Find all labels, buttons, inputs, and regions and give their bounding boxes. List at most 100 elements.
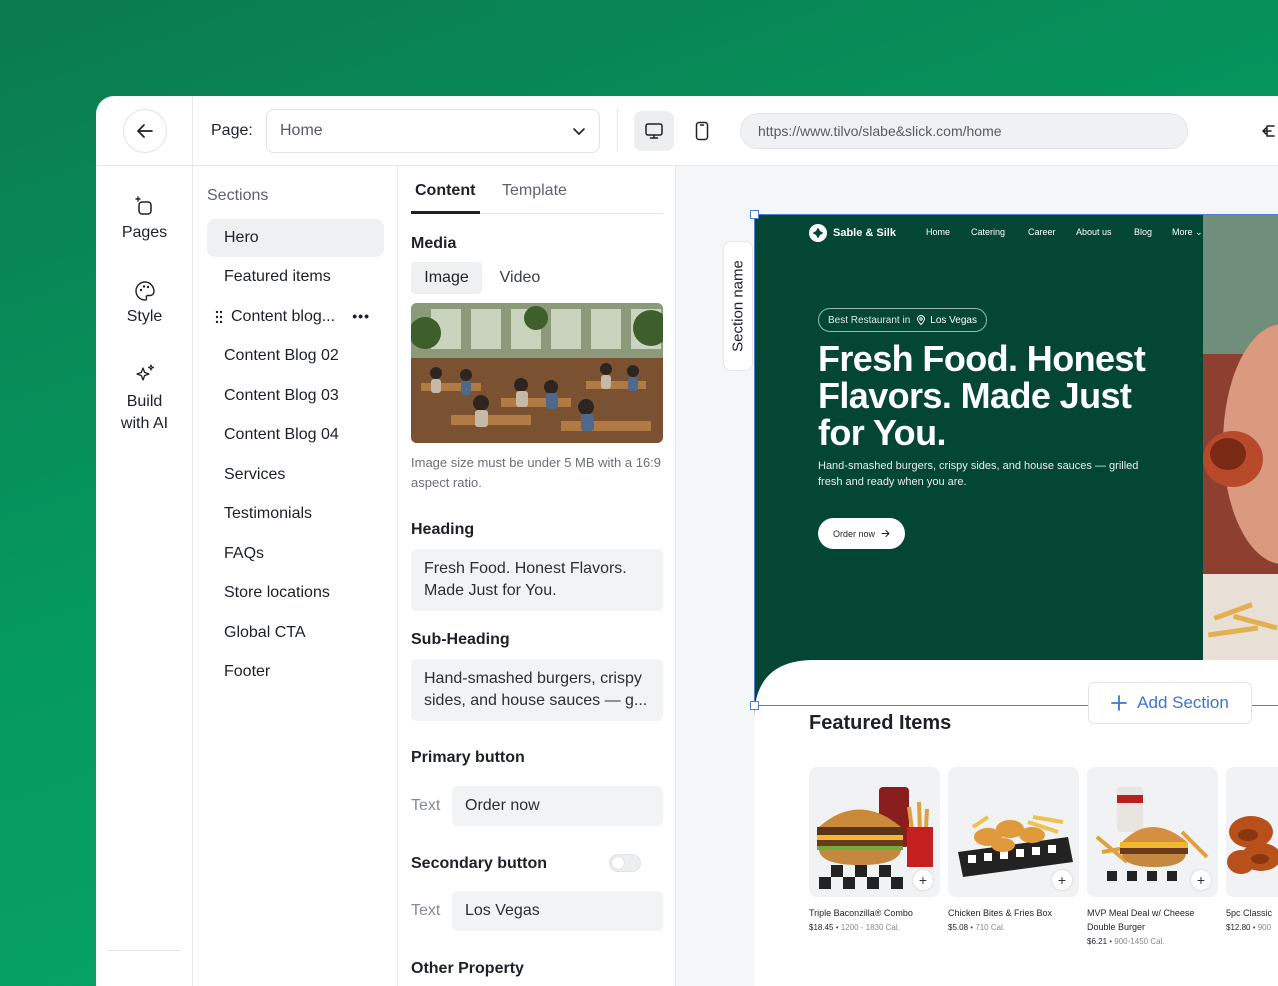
section-item-label: Store locations bbox=[224, 584, 330, 601]
section-item-footer[interactable]: Footer bbox=[207, 653, 384, 691]
panel-tabs: Content Template bbox=[411, 166, 663, 214]
page-select[interactable]: Home bbox=[266, 109, 600, 153]
section-item-hero[interactable]: Hero bbox=[207, 219, 384, 257]
primary-text-row: Text Order now bbox=[411, 786, 663, 826]
product-card[interactable]: 5pc Classic $12.80 • 900 bbox=[1226, 767, 1278, 932]
rail-style[interactable]: Style bbox=[96, 280, 193, 326]
product-calories: 900-1450 Cal. bbox=[1114, 937, 1165, 946]
product-card[interactable]: + Triple Baconzilla® Combo $18.45 • 1200… bbox=[809, 767, 940, 932]
rail-pages[interactable]: Pages bbox=[96, 196, 193, 242]
section-item-faqs[interactable]: FAQs bbox=[207, 535, 384, 573]
rail-build-label-1: Build bbox=[126, 393, 163, 410]
resize-handle[interactable] bbox=[750, 701, 759, 710]
pages-icon bbox=[134, 196, 152, 215]
left-rail: Pages Style Build with AI bbox=[96, 166, 193, 986]
add-to-cart-icon[interactable]: + bbox=[913, 870, 933, 890]
phone-icon bbox=[695, 121, 709, 141]
section-name-tab[interactable]: Section name bbox=[723, 241, 753, 371]
divider bbox=[617, 108, 618, 152]
section-item-label: Featured items bbox=[224, 268, 331, 285]
primary-button-label: Primary button bbox=[411, 749, 525, 766]
add-section-label: Add Section bbox=[1137, 693, 1229, 712]
url-text: https://www.tilvo/slabe&slick.com/home bbox=[758, 123, 1002, 139]
media-thumbnail[interactable] bbox=[411, 303, 663, 443]
editor-window: Page: Home https://www.tilvo/slabe&slick… bbox=[96, 96, 1278, 986]
resize-handle[interactable] bbox=[750, 210, 759, 219]
section-item-blog-02[interactable]: Content Blog 02 bbox=[207, 337, 384, 375]
page-label: Page: bbox=[211, 122, 253, 139]
product-image bbox=[1226, 767, 1278, 897]
product-name: MVP Meal Deal w/ Cheese Double Burger bbox=[1087, 908, 1195, 932]
section-item-featured[interactable]: Featured items bbox=[207, 258, 384, 296]
active-tab-indicator bbox=[411, 211, 480, 214]
product-card[interactable]: + Chicken Bites & Fries Box $5.08 • 710 … bbox=[948, 767, 1079, 932]
back-button[interactable] bbox=[123, 109, 167, 153]
product-image: + bbox=[809, 767, 940, 897]
sections-title: Sections bbox=[207, 187, 269, 204]
heading-input[interactable]: Fresh Food. Honest Flavors. Made Just fo… bbox=[411, 549, 663, 611]
product-image: + bbox=[948, 767, 1079, 897]
section-item-blog-03[interactable]: Content Blog 03 bbox=[207, 377, 384, 415]
section-item-label: Content Blog 03 bbox=[224, 387, 339, 404]
section-item-label: Content Blog 02 bbox=[224, 347, 339, 364]
rail-build-ai[interactable]: Build with AI bbox=[96, 363, 193, 435]
product-name: Chicken Bites & Fries Box bbox=[948, 908, 1053, 918]
section-item-label: Content blog... bbox=[231, 308, 336, 325]
media-hint: Image size must be under 5 MB with a 16:… bbox=[411, 455, 662, 490]
section-item-services[interactable]: Services bbox=[207, 456, 384, 494]
palette-icon bbox=[134, 281, 155, 301]
tab-content[interactable]: Content bbox=[415, 182, 475, 200]
section-item-label: Content Blog 04 bbox=[224, 426, 339, 443]
exit-icon[interactable] bbox=[1262, 122, 1278, 140]
product-image: + bbox=[1087, 767, 1218, 897]
tab-template[interactable]: Template bbox=[502, 182, 567, 200]
preview-canvas: Section name Sable & Silk Home Catering … bbox=[676, 166, 1278, 986]
product-price-value: $12.80 bbox=[1226, 923, 1251, 932]
sections-panel: Sections Hero Featured items Content blo… bbox=[193, 166, 398, 986]
restaurant-photo bbox=[411, 303, 663, 443]
add-to-cart-icon[interactable]: + bbox=[1052, 870, 1072, 890]
product-calories: 1200 - 1830 Cal. bbox=[840, 923, 900, 932]
url-bar[interactable]: https://www.tilvo/slabe&slick.com/home bbox=[740, 113, 1188, 149]
plus-icon bbox=[1111, 695, 1128, 711]
monitor-icon bbox=[645, 123, 663, 139]
add-to-cart-icon[interactable]: + bbox=[1191, 870, 1211, 890]
add-section-button[interactable]: Add Section bbox=[1088, 682, 1252, 724]
product-calories: 900 bbox=[1257, 923, 1272, 932]
section-item-label: Testimonials bbox=[224, 505, 313, 522]
rail-pages-label: Pages bbox=[121, 224, 168, 241]
rail-style-label: Style bbox=[126, 308, 163, 325]
section-item-content-blog[interactable]: Content blog... ••• bbox=[207, 298, 384, 336]
other-property-label: Other Property bbox=[411, 960, 524, 977]
subheading-input[interactable]: Hand-smashed burgers, crispy sides, and … bbox=[411, 659, 663, 721]
mobile-view-button[interactable] bbox=[682, 111, 722, 151]
product-calories: 710 Cal. bbox=[975, 923, 1006, 932]
product-name: 5pc Classic bbox=[1226, 908, 1273, 918]
primary-text-input[interactable]: Order now bbox=[452, 786, 663, 826]
featured-title: Featured Items bbox=[809, 712, 952, 734]
more-icon[interactable]: ••• bbox=[352, 308, 370, 324]
subheading-label: Sub-Heading bbox=[411, 631, 510, 648]
secondary-button-toggle[interactable] bbox=[609, 854, 641, 872]
primary-text-label: Text bbox=[411, 797, 441, 814]
desktop-view-button[interactable] bbox=[634, 111, 674, 151]
product-card[interactable]: + MVP Meal Deal w/ Cheese Double Burger … bbox=[1087, 767, 1218, 946]
divider bbox=[192, 96, 193, 166]
section-name-label: Section name bbox=[729, 260, 747, 352]
product-price: $5.08 • 710 Cal. bbox=[948, 923, 1006, 932]
section-item-global-cta[interactable]: Global CTA bbox=[207, 614, 384, 652]
media-tab-video[interactable]: Video bbox=[488, 262, 552, 294]
media-tab-image[interactable]: Image bbox=[411, 262, 482, 294]
secondary-button-label: Secondary button bbox=[411, 855, 548, 872]
secondary-text-input[interactable]: Los Vegas bbox=[452, 891, 663, 931]
section-item-store-locations[interactable]: Store locations bbox=[207, 574, 384, 612]
section-item-blog-04[interactable]: Content Blog 04 bbox=[207, 416, 384, 454]
section-item-testimonials[interactable]: Testimonials bbox=[207, 495, 384, 533]
top-bar: Page: Home https://www.tilvo/slabe&slick… bbox=[96, 96, 1278, 166]
heading-label: Heading bbox=[411, 521, 475, 538]
content-panel: Content Template Media Image Video Image… bbox=[398, 166, 676, 986]
page-select-value: Home bbox=[280, 122, 323, 139]
product-price: $12.80 • 900 bbox=[1226, 923, 1272, 932]
product-price-value: $5.08 bbox=[948, 923, 969, 932]
drag-handle-icon[interactable] bbox=[215, 310, 223, 324]
